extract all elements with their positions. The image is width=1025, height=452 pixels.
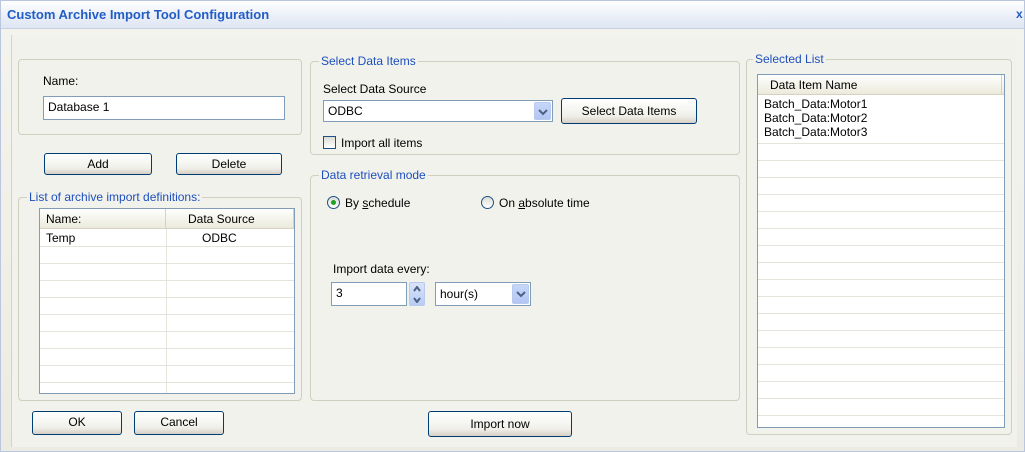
column-header-name[interactable]: Name:: [40, 209, 166, 229]
row-line: [40, 314, 294, 315]
interval-input[interactable]: 3: [331, 282, 407, 306]
definitions-group: List of archive import definitions: Name…: [18, 190, 302, 401]
selected-list-group: Selected List Data Item Name Batch_Data:…: [746, 52, 1012, 435]
select-data-items-legend: Select Data Items: [319, 54, 418, 68]
import-now-button[interactable]: Import now: [428, 411, 572, 437]
absolute-time-text-prefix: On: [499, 196, 519, 210]
row-line: [758, 160, 1004, 161]
cancel-button[interactable]: Cancel: [134, 411, 224, 435]
delete-button[interactable]: Delete: [176, 153, 282, 175]
row-line: [758, 262, 1004, 263]
interval-unit-value: hour(s): [440, 287, 479, 301]
data-source-label: Select Data Source: [323, 82, 427, 96]
row-line: [40, 382, 294, 383]
chevron-down-icon[interactable]: [534, 102, 551, 120]
list-item-text: Batch_Data:Motor3: [764, 125, 868, 139]
row-line: [758, 330, 1004, 331]
data-source-value: ODBC: [328, 104, 363, 118]
absolute-time-label[interactable]: On absolute time: [499, 196, 590, 210]
by-schedule-text-suffix: chedule: [368, 196, 411, 210]
retrieval-legend: Data retrieval mode: [319, 168, 428, 182]
window-title: Custom Archive Import Tool Configuration: [7, 7, 270, 22]
row-line: [40, 297, 294, 298]
row-line: [758, 177, 1004, 178]
row-line: [758, 279, 1004, 280]
column-header-data-item-name[interactable]: Data Item Name: [758, 75, 1002, 95]
selected-items-list[interactable]: Data Item Name Batch_Data:Motor1 Batch_D…: [757, 74, 1005, 428]
retrieval-group: Data retrieval mode By schedule On absol…: [310, 168, 740, 401]
data-source-select[interactable]: ODBC: [323, 100, 553, 122]
row-line: [758, 194, 1004, 195]
row-line: [758, 364, 1004, 365]
add-button[interactable]: Add: [44, 153, 152, 175]
row-line: [40, 280, 294, 281]
ok-button[interactable]: OK: [32, 411, 122, 435]
row-line: [758, 211, 1004, 212]
absolute-time-radio[interactable]: [481, 196, 494, 209]
name-label: Name:: [43, 74, 79, 88]
import-all-label[interactable]: Import all items: [341, 136, 422, 150]
dialog-body: Name: Database 1 Add Delete List of arch…: [11, 35, 1017, 447]
by-schedule-label[interactable]: By schedule: [345, 196, 410, 210]
row-source-cell: ODBC: [202, 231, 237, 245]
by-schedule-radio[interactable]: [327, 196, 340, 209]
interval-unit-select[interactable]: hour(s): [435, 282, 531, 306]
row-line: [758, 381, 1004, 382]
row-line: [758, 228, 1004, 229]
definitions-table[interactable]: Name: Data Source Temp ODBC: [39, 208, 295, 394]
close-icon[interactable]: x: [1016, 7, 1025, 21]
import-every-label: Import data every:: [333, 262, 430, 276]
import-all-checkbox[interactable]: [323, 136, 336, 149]
selected-list-header: Data Item Name: [758, 75, 1004, 95]
dialog-window: Custom Archive Import Tool Configuration…: [0, 0, 1025, 452]
row-line: [40, 331, 294, 332]
selected-list-legend: Selected List: [753, 52, 826, 66]
row-line: [40, 348, 294, 349]
row-line: [758, 296, 1004, 297]
row-name-cell: Temp: [46, 231, 76, 245]
row-line: [40, 365, 294, 366]
row-line: [758, 143, 1004, 144]
name-field[interactable]: Database 1: [43, 96, 285, 120]
table-row[interactable]: Temp ODBC: [40, 229, 294, 246]
radio-selected-dot: [331, 200, 336, 205]
row-line: [40, 246, 294, 247]
row-line: [758, 245, 1004, 246]
row-line: [758, 398, 1004, 399]
spin-arrows-icon[interactable]: [409, 282, 425, 306]
chevron-down-icon[interactable]: [512, 284, 529, 304]
select-data-items-group: Select Data Items Select Data Source ODB…: [310, 54, 740, 155]
by-schedule-text-prefix: By: [345, 196, 363, 210]
list-item-text: Batch_Data:Motor2: [764, 111, 868, 125]
definitions-table-header: Name: Data Source: [40, 209, 294, 229]
absolute-time-text-suffix: bsolute time: [525, 196, 590, 210]
select-data-items-button[interactable]: Select Data Items: [561, 98, 697, 124]
list-item-text: Batch_Data:Motor1: [764, 97, 868, 111]
column-header-data-source[interactable]: Data Source: [166, 209, 294, 229]
row-line: [758, 415, 1004, 416]
grid-divider: [166, 229, 167, 393]
grid-divider: [294, 229, 295, 393]
title-bar[interactable]: Custom Archive Import Tool Configuration…: [1, 1, 1024, 29]
name-group: Name: Database 1: [18, 59, 302, 135]
row-line: [758, 347, 1004, 348]
row-line: [40, 263, 294, 264]
row-line: [758, 313, 1004, 314]
definitions-legend: List of archive import definitions:: [27, 190, 203, 204]
